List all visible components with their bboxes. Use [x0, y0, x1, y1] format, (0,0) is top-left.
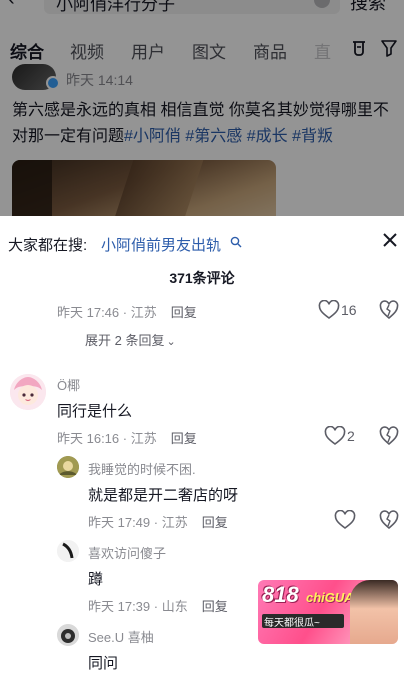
- photo-avatar-icon: [57, 456, 79, 478]
- comment-meta: 昨天 17:46 · 江苏 回复: [57, 302, 197, 321]
- watermark-figure: [350, 580, 398, 644]
- comment-count: 371条评论: [169, 270, 235, 286]
- avatar[interactable]: [57, 456, 79, 478]
- comment-author[interactable]: Ö椰: [57, 375, 80, 394]
- overlay-scrim[interactable]: [0, 0, 404, 216]
- comment-time-location: 昨天 17:46 · 江苏: [57, 305, 157, 320]
- avatar[interactable]: [10, 374, 46, 410]
- avatar[interactable]: [57, 624, 79, 646]
- comment-text: 同问: [88, 655, 119, 672]
- comment-meta: 昨天 17:49 · 江苏 回复: [88, 512, 228, 531]
- watermark-slogan: 每天都很瓜~: [264, 618, 320, 629]
- hot-search-prefix: 大家都在搜:: [8, 237, 88, 254]
- search-icon[interactable]: [230, 236, 242, 248]
- hot-search-link[interactable]: 小阿俏前男友出轨: [101, 234, 221, 255]
- comment-meta: 昨天 17:39 · 山东 回复: [88, 596, 228, 615]
- watermark-logo: 818 chiGUA 每天都很瓜~: [258, 580, 398, 644]
- reply-button[interactable]: 回复: [171, 305, 197, 320]
- chevron-down-icon: ⌄: [166, 336, 176, 348]
- reply-button[interactable]: 回复: [202, 599, 228, 614]
- expand-replies-label: 展开 2 条回复: [85, 333, 165, 348]
- avatar[interactable]: [57, 540, 79, 562]
- comment-time-location: 昨天 17:39 · 山东: [88, 599, 188, 614]
- comment-text: 就是都是开二奢店的呀: [88, 487, 239, 504]
- comment-author[interactable]: See.U 喜柚: [88, 627, 154, 646]
- comment-text: 蹲: [88, 571, 104, 588]
- reply-button[interactable]: 回复: [202, 515, 228, 530]
- comment-time-location: 昨天 17:49 · 江苏: [88, 515, 188, 530]
- comment-author[interactable]: 我睡觉的时候不困.: [88, 459, 196, 478]
- comment-time-location: 昨天 16:16 · 江苏: [57, 431, 157, 446]
- comment-author[interactable]: 喜欢访问傻子: [88, 543, 166, 562]
- like-count: 2: [347, 428, 355, 444]
- reply-button[interactable]: 回复: [171, 431, 197, 446]
- heart-icon[interactable]: [324, 426, 346, 446]
- dislike-icon[interactable]: [379, 510, 399, 530]
- photo-avatar-icon: [57, 624, 79, 646]
- dislike-icon[interactable]: [379, 426, 399, 446]
- expand-replies-button[interactable]: 展开 2 条回复 ⌄: [85, 330, 176, 349]
- heart-icon[interactable]: [334, 510, 356, 530]
- hot-search-row: 大家都在搜: 小阿俏前男友出轨: [0, 216, 404, 264]
- search-results-page: ‹ 小阿俏洋行分子 搜索 综合 视频 用户 图文 商品 直 昨天 14:14 第…: [0, 0, 404, 216]
- photo-avatar-icon: [57, 540, 79, 562]
- comment-meta: 昨天 16:16 · 江苏 回复: [57, 428, 197, 447]
- anime-avatar-icon: [10, 374, 46, 410]
- close-icon[interactable]: [380, 230, 400, 250]
- watermark-number: 818: [262, 582, 299, 607]
- like-count: 16: [341, 302, 357, 318]
- dislike-icon[interactable]: [379, 300, 399, 320]
- comment-text: 同行是什么: [57, 403, 133, 420]
- watermark-word: chiGUA: [306, 590, 354, 605]
- heart-icon[interactable]: [318, 300, 340, 320]
